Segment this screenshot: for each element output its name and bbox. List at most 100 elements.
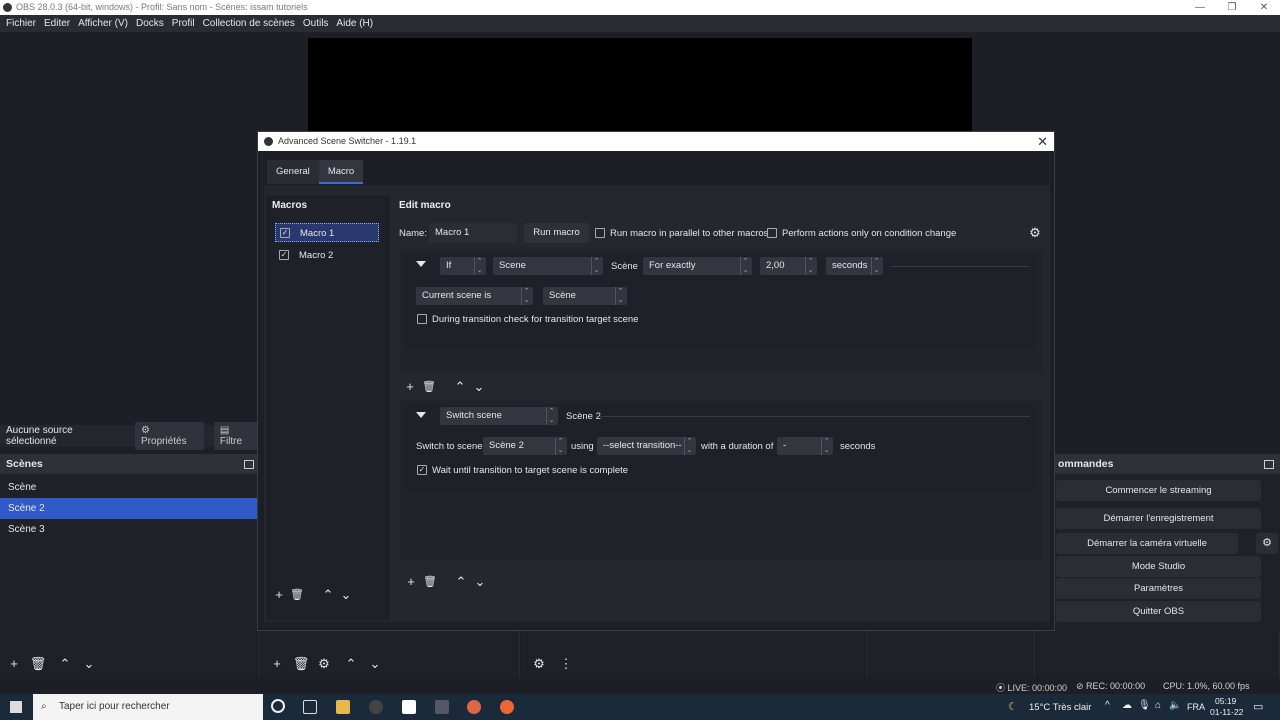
- transition-select[interactable]: --select transition-- ⌃ ⌄: [597, 437, 696, 455]
- chrome-icon[interactable]: [467, 700, 481, 714]
- menu-docks[interactable]: Docks: [132, 18, 168, 29]
- add-macro-icon[interactable]: +: [272, 588, 286, 602]
- obs-taskbar-icon[interactable]: [369, 700, 383, 714]
- tab-macro[interactable]: Macro: [318, 160, 364, 184]
- menu-afficher[interactable]: Afficher (V): [74, 18, 132, 29]
- condition-change-checkbox[interactable]: [767, 228, 777, 238]
- notion-icon[interactable]: [402, 700, 416, 714]
- tab-general[interactable]: General: [267, 160, 319, 184]
- windows-start-icon[interactable]: [10, 701, 22, 713]
- scene-value: Scène: [549, 290, 576, 301]
- condition-move-down-icon[interactable]: ⌄: [472, 380, 486, 394]
- remove-condition-trash-icon[interactable]: 🗑: [422, 380, 436, 394]
- logic-select[interactable]: If ⌃ ⌄: [440, 257, 486, 275]
- move-down-icon[interactable]: ⌄: [80, 655, 98, 673]
- transition-duration-spinbox[interactable]: - ⌃ ⌄: [777, 437, 833, 455]
- collapse-action-icon[interactable]: [416, 412, 426, 418]
- switch-to-scene-select[interactable]: Scène 2 ⌃ ⌄: [483, 437, 567, 455]
- float-dock-icon[interactable]: [1264, 459, 1274, 469]
- filters-button[interactable]: ▤ Filtre: [213, 422, 260, 450]
- menu-fichier[interactable]: Fichier: [2, 18, 40, 29]
- scene-item[interactable]: Scène 3: [0, 519, 260, 540]
- onedrive-icon[interactable]: ☁: [1122, 700, 1132, 711]
- start-streaming-button[interactable]: Commencer le streaming: [1056, 480, 1261, 501]
- menu-outils[interactable]: Outils: [299, 18, 333, 29]
- macro-list-item[interactable]: ✓ Macro 1: [275, 223, 379, 242]
- condition-type-select[interactable]: Scene ⌃ ⌄: [493, 257, 603, 275]
- wait-transition-checkbox[interactable]: ✓: [417, 465, 427, 475]
- task-view-icon[interactable]: [303, 700, 317, 714]
- menu-profil[interactable]: Profil: [168, 18, 199, 29]
- parallel-checkbox[interactable]: [595, 228, 605, 238]
- scene-item-selected[interactable]: Scène 2: [0, 498, 260, 519]
- scene-item[interactable]: Scène: [0, 477, 260, 498]
- clock-date[interactable]: 01-11-22: [1210, 707, 1243, 717]
- duration-unit-select[interactable]: seconds ⌃ ⌄: [826, 257, 883, 275]
- duration-mode-select[interactable]: For exactly ⌃ ⌄: [643, 257, 752, 275]
- virtual-camera-settings-gear-icon[interactable]: ⚙: [1256, 533, 1278, 554]
- menu-editer[interactable]: Editer: [40, 18, 74, 29]
- tray-chevron-icon[interactable]: ^: [1105, 700, 1110, 711]
- remove-action-trash-icon[interactable]: 🗑: [423, 575, 437, 589]
- action-type-select[interactable]: Switch scene ⌃ ⌄: [440, 407, 558, 425]
- chrome-canary-icon[interactable]: [500, 700, 514, 714]
- source-move-down-icon[interactable]: ⌄: [366, 655, 384, 673]
- macro-name: Macro 2: [299, 250, 334, 261]
- remove-source-trash-icon[interactable]: 🗑: [292, 655, 310, 673]
- add-source-icon[interactable]: +: [268, 655, 286, 673]
- language-indicator[interactable]: FRA: [1187, 702, 1205, 712]
- exit-obs-button[interactable]: Quitter OBS: [1056, 601, 1261, 622]
- condition-move-up-icon[interactable]: ⌃: [453, 380, 467, 394]
- source-move-up-icon[interactable]: ⌃: [342, 655, 360, 673]
- scene-check-select[interactable]: Current scene is ⌃ ⌄: [416, 287, 533, 305]
- remove-scene-trash-icon[interactable]: 🗑: [29, 655, 47, 673]
- scene-select[interactable]: Scène ⌃ ⌄: [543, 287, 627, 305]
- run-macro-button[interactable]: Run macro: [524, 223, 589, 243]
- macro-enabled-checkbox[interactable]: ✓: [280, 228, 290, 238]
- macro-name-input[interactable]: Macro 1: [429, 223, 517, 243]
- action-move-up-icon[interactable]: ⌃: [454, 575, 468, 589]
- add-condition-icon[interactable]: +: [403, 380, 417, 394]
- cortana-icon[interactable]: [271, 699, 285, 713]
- collapse-condition-icon[interactable]: [416, 261, 426, 267]
- taskbar-search[interactable]: ⌕ Taper ici pour rechercher: [33, 694, 263, 720]
- clock-time[interactable]: 05:19: [1215, 696, 1236, 706]
- dialog-close-icon[interactable]: ✕: [1037, 132, 1048, 151]
- start-virtual-camera-button[interactable]: Démarrer la caméra virtuelle: [1056, 533, 1238, 554]
- notifications-icon[interactable]: ▭: [1253, 700, 1263, 713]
- duration-spinbox[interactable]: 2,00 ⌃ ⌄: [760, 257, 817, 275]
- mixer-menu-dots-icon[interactable]: ⋮: [557, 655, 575, 673]
- mixer-advanced-gear-icon[interactable]: ⚙: [530, 655, 548, 673]
- volume-icon[interactable]: 🔈: [1169, 700, 1181, 711]
- file-explorer-icon[interactable]: [336, 700, 350, 714]
- action-move-down-icon[interactable]: ⌄: [473, 575, 487, 589]
- add-action-icon[interactable]: +: [404, 575, 418, 589]
- close-window-icon[interactable]: ✕: [1248, 0, 1280, 15]
- settings-button[interactable]: Paramètres: [1056, 578, 1261, 599]
- properties-button[interactable]: ⚙ Propriétés: [135, 422, 204, 450]
- menu-collection[interactable]: Collection de scènes: [199, 18, 299, 29]
- studio-mode-button[interactable]: Mode Studio: [1056, 556, 1261, 577]
- transition-check-checkbox[interactable]: [417, 314, 427, 324]
- add-scene-icon[interactable]: +: [5, 655, 23, 673]
- network-icon[interactable]: ⌂: [1155, 700, 1161, 711]
- minimize-icon[interactable]: —: [1184, 0, 1216, 15]
- menu-aide[interactable]: Aide (H): [332, 18, 377, 29]
- microphone-icon[interactable]: 🎙: [1138, 700, 1151, 711]
- spin-arrows-icon: ⌃ ⌄: [821, 437, 831, 455]
- move-up-icon[interactable]: ⌃: [56, 655, 74, 673]
- restore-icon[interactable]: ❐: [1216, 0, 1248, 15]
- start-recording-button[interactable]: Démarrer l'enregistrement: [1056, 508, 1261, 529]
- macro-settings-gear-icon[interactable]: ⚙: [1028, 226, 1042, 240]
- float-dock-icon[interactable]: [244, 459, 254, 469]
- remove-macro-trash-icon[interactable]: 🗑: [290, 588, 304, 602]
- macro-enabled-checkbox[interactable]: ✓: [279, 250, 289, 260]
- preview-canvas[interactable]: [308, 38, 972, 138]
- app-icon[interactable]: [435, 700, 449, 714]
- macro-list-item[interactable]: ✓ Macro 2: [275, 246, 379, 265]
- spin-arrows-icon: ⌃ ⌄: [474, 257, 484, 275]
- macro-move-up-icon[interactable]: ⌃: [321, 588, 335, 602]
- weather-text[interactable]: 15°C Très clair: [1029, 702, 1091, 713]
- macro-move-down-icon[interactable]: ⌄: [339, 588, 353, 602]
- source-settings-gear-icon[interactable]: ⚙: [315, 655, 333, 673]
